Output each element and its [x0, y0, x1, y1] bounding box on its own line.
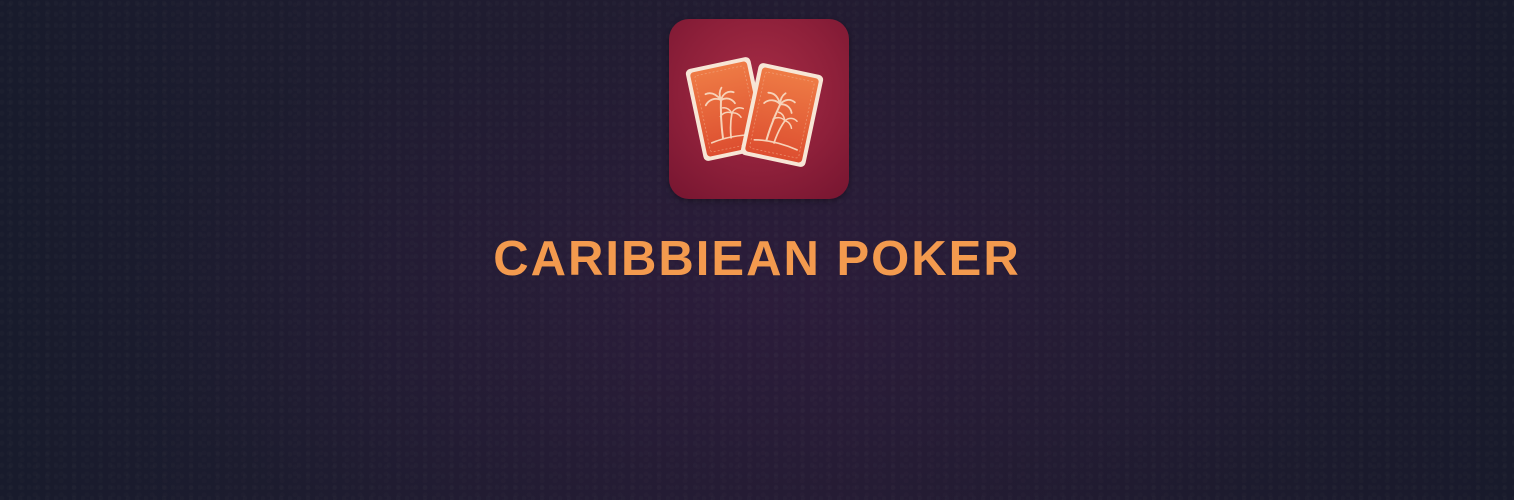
playing-cards-palm-trees-icon — [669, 19, 849, 199]
game-title: CARIBBIEAN POKER — [493, 232, 1021, 286]
game-loading-screen: CARIBBIEAN POKER — [0, 0, 1514, 500]
